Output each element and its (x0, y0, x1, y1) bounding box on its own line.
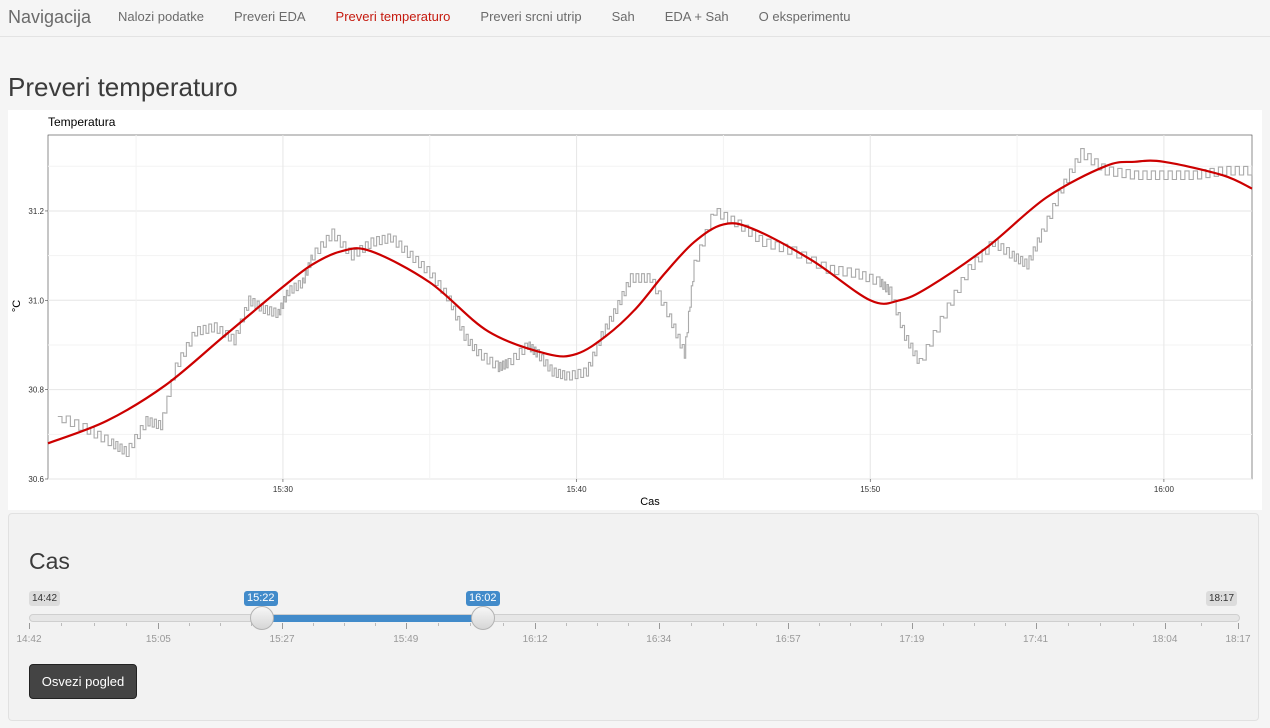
slider-minor-tick (566, 623, 568, 626)
slider-tick-label: 17:41 (1023, 634, 1049, 645)
slider-tick-label: 16:12 (522, 634, 548, 645)
slider-tick-label: 18:17 (1225, 634, 1251, 645)
x-tick-label: 16:00 (1154, 485, 1175, 494)
slider-minor-tick (502, 623, 504, 626)
slider-handle-to[interactable] (471, 606, 495, 630)
navbar: Navigacija Nalozi podatke Preveri EDA Pr… (0, 0, 1270, 37)
slider-minor-tick (1067, 623, 1069, 626)
slider-tick-label: 15:05 (145, 634, 171, 645)
slider-minor-tick (723, 623, 725, 626)
slider-minor-tick (1201, 623, 1203, 626)
slider-minor-tick (973, 623, 975, 626)
panel-title: Cas (29, 548, 70, 574)
slider-tick-label: 18:04 (1152, 634, 1178, 645)
slider-tick-label: 17:19 (899, 634, 925, 645)
slider-minor-tick (438, 623, 440, 626)
slider-tick (158, 623, 160, 629)
nav-item-o-eksperimentu[interactable]: O eksperimentu (744, 0, 866, 36)
y-tick-label: 30.6 (28, 475, 44, 484)
x-tick-label: 15:40 (567, 485, 588, 494)
page-title: Preveri temperaturo (8, 72, 238, 102)
slider-minor-tick (627, 623, 629, 626)
refresh-view-button[interactable]: Osvezi pogled (29, 664, 137, 699)
slider-tick (658, 623, 660, 629)
time-control-panel: Cas 14:42 18:17 15:22 16:02 14:42 15:05 15… (8, 513, 1259, 721)
slider-track[interactable] (29, 614, 1240, 622)
slider-minor-tick (691, 623, 693, 626)
slider-minor-tick (312, 623, 314, 626)
slider-minor-tick (126, 623, 127, 626)
slider-minor-tick (374, 623, 376, 626)
range-max-label: 18:17 (1206, 591, 1238, 606)
navbar-brand[interactable]: Navigacija (8, 7, 91, 28)
range-from-tooltip: 15:22 (244, 591, 278, 606)
slider-minor-tick (93, 623, 95, 626)
nav-item-sah[interactable]: Sah (597, 0, 650, 36)
slider-minor-tick (220, 623, 222, 626)
chart-y-axis-label: °C (11, 300, 23, 312)
slider-minor-tick (819, 623, 821, 626)
slider-tick (1164, 623, 1166, 629)
slider-minor-tick (849, 623, 851, 626)
slider-minor-tick (755, 623, 757, 626)
slider-tick-label: 15:49 (393, 634, 419, 645)
slider-tick (29, 623, 30, 629)
slider-tick-label: 16:34 (646, 634, 672, 645)
temperature-chart: Temperatura Cas °C 30.6 30.8 31.0 31.2 15:30… (8, 110, 1262, 510)
nav-menu: Nalozi podatke Preveri EDA Preveri tempe… (103, 0, 865, 36)
slider-minor-tick (880, 623, 882, 626)
slider-handle-from[interactable] (250, 606, 274, 630)
y-tick-label: 30.8 (28, 386, 44, 395)
x-tick-label: 15:30 (273, 485, 294, 494)
slider-tick (1035, 623, 1037, 629)
slider-tick (911, 623, 913, 629)
slider-minor-tick (1100, 623, 1102, 626)
slider-minor-tick (1132, 623, 1134, 626)
range-to-tooltip: 16:02 (466, 591, 500, 606)
slider-tick-label: 15:27 (269, 634, 295, 645)
y-tick-label: 31.0 (28, 296, 44, 305)
plot-panel (47, 134, 1253, 480)
slider-minor-tick (470, 623, 472, 626)
slider-minor-tick (61, 623, 63, 626)
chart-title: Temperatura (48, 115, 116, 129)
slider-minor-tick (1004, 623, 1006, 626)
chart-x-axis-label: Cas (640, 496, 660, 508)
nav-item-preveri-srcni-utrip[interactable]: Preveri srcni utrip (465, 0, 596, 36)
slider-minor-tick (596, 623, 598, 626)
nav-item-nalozi-podatke[interactable]: Nalozi podatke (103, 0, 219, 36)
nav-item-eda-sah[interactable]: EDA + Sah (650, 0, 744, 36)
x-tick-label: 15:50 (860, 485, 881, 494)
slider-minor-tick (189, 623, 191, 626)
slider-tick (405, 623, 407, 629)
nav-item-preveri-temperaturo[interactable]: Preveri temperaturo (321, 0, 466, 36)
range-min-label: 14:42 (29, 591, 61, 606)
slider-tick (535, 623, 537, 629)
slider-minor-tick (942, 623, 944, 626)
nav-item-preveri-eda[interactable]: Preveri EDA (219, 0, 321, 36)
slider-tick (282, 623, 284, 629)
slider-minor-tick (343, 623, 345, 626)
slider-tick (788, 623, 790, 629)
slider-tick-label: 16:57 (775, 634, 801, 645)
y-tick-label: 31.2 (28, 207, 44, 216)
slider-selected-range[interactable] (262, 615, 484, 622)
slider-tick (1238, 623, 1239, 629)
slider-tick-label: 14:42 (16, 634, 42, 645)
